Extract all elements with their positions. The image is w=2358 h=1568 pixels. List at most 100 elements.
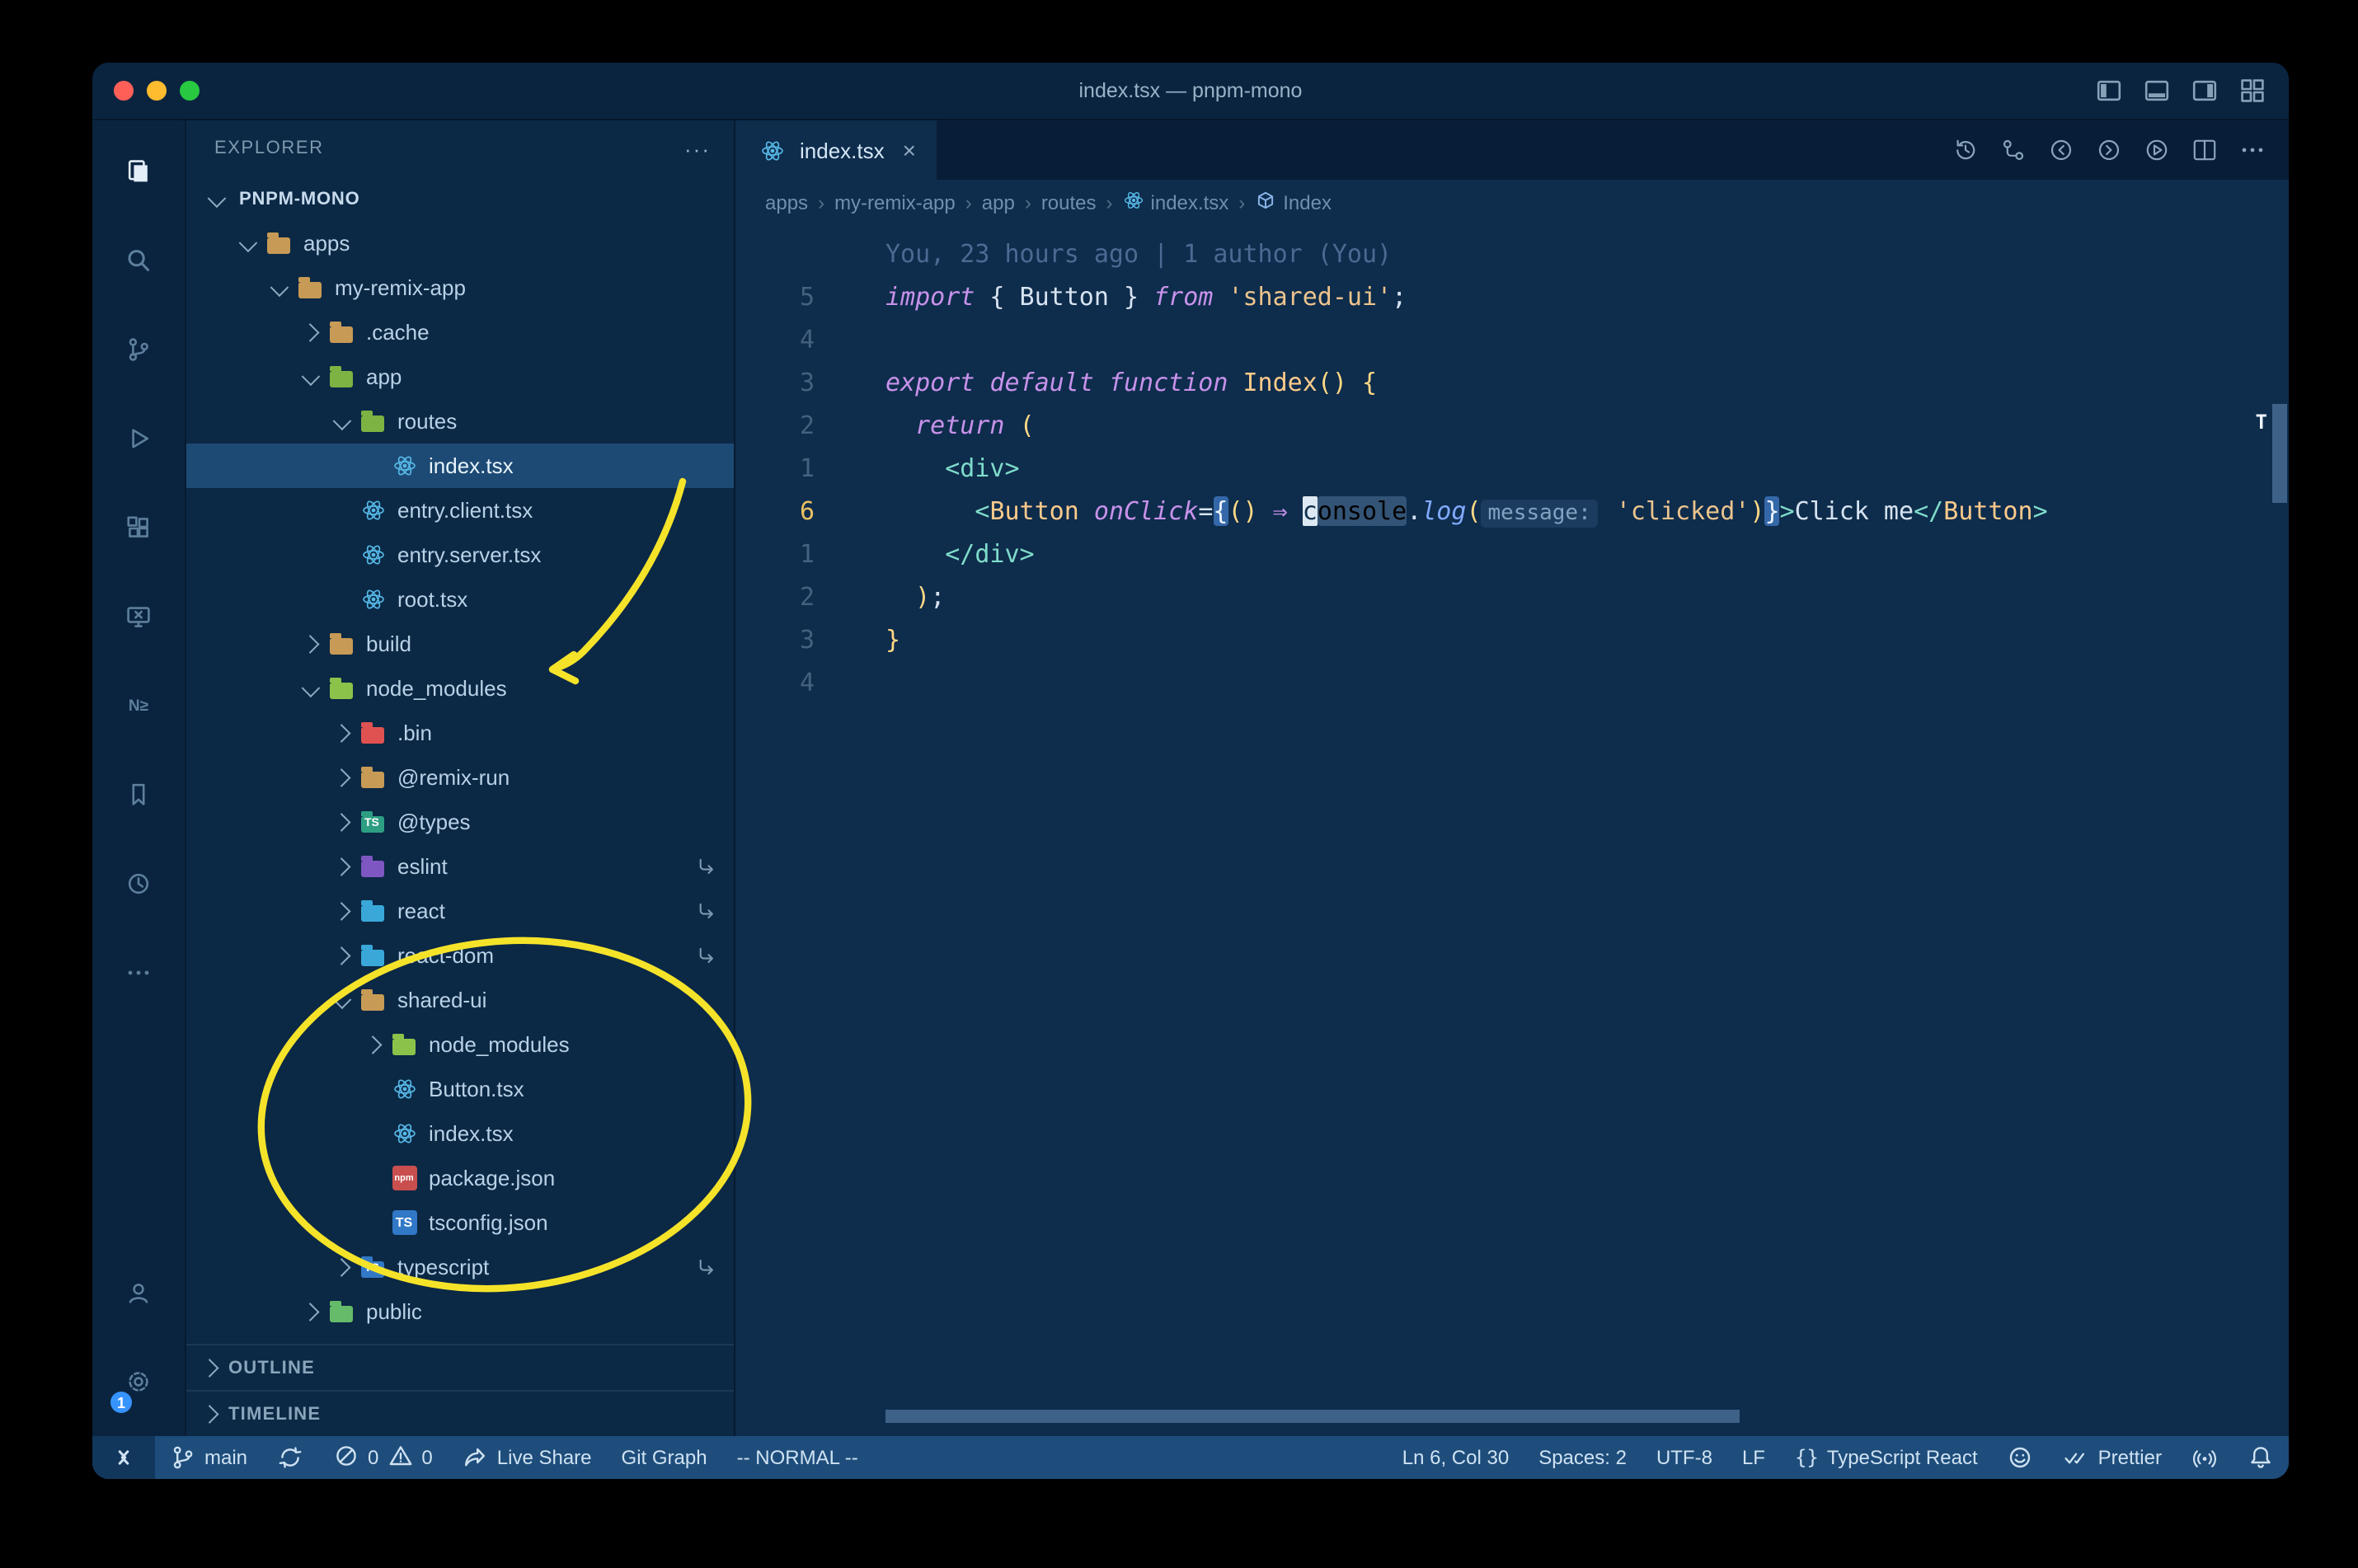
chevron-down-icon[interactable]: [264, 277, 294, 296]
status-language-mode[interactable]: {} TypeScript React: [1780, 1436, 1993, 1479]
tree-item-shared-ui[interactable]: shared-ui: [186, 978, 734, 1022]
tree-item-node-modules[interactable]: node_modules: [186, 666, 734, 711]
tree-item-node-modules[interactable]: node_modules: [186, 1022, 734, 1067]
tree-item--cache[interactable]: .cache: [186, 310, 734, 354]
activity-extensions-icon[interactable]: [99, 483, 178, 572]
breadcrumb-index-tsx[interactable]: index.tsx: [1123, 190, 1228, 216]
chevron-right-icon[interactable]: [326, 946, 356, 965]
status-problems[interactable]: 00: [318, 1436, 448, 1479]
chevron-down-icon[interactable]: [295, 366, 325, 385]
section-timeline[interactable]: TIMELINE: [186, 1390, 734, 1436]
split-editor-icon[interactable]: [2191, 137, 2218, 163]
tree-item-react-dom[interactable]: react-dom: [186, 933, 734, 978]
activity-explorer-icon[interactable]: [99, 127, 178, 216]
chevron-right-icon[interactable]: [295, 1303, 325, 1321]
tree-item-index-tsx[interactable]: index.tsx: [186, 1111, 734, 1156]
chevron-right-icon[interactable]: [326, 902, 356, 920]
tree-item-entry-server-tsx[interactable]: entry.server.tsx: [186, 533, 734, 577]
zoom-button[interactable]: [180, 81, 200, 101]
tree-item-react[interactable]: react: [186, 889, 734, 933]
chevron-down-icon[interactable]: [295, 678, 325, 697]
toggle-panel-icon[interactable]: [2144, 77, 2170, 104]
remote-indicator[interactable]: [92, 1436, 155, 1479]
activity-accounts-icon[interactable]: [99, 1248, 178, 1337]
chevron-right-icon[interactable]: [358, 1035, 388, 1054]
customize-layout-icon[interactable]: [2239, 77, 2266, 104]
chevron-down-icon[interactable]: [233, 232, 262, 251]
activity-more-icon[interactable]: [99, 928, 178, 1017]
breadcrumb-app[interactable]: app: [982, 191, 1015, 214]
tab-index-tsx[interactable]: index.tsx ×: [735, 120, 936, 180]
tree-item-my-remix-app[interactable]: my-remix-app: [186, 265, 734, 310]
tree-item-button-tsx[interactable]: Button.tsx: [186, 1067, 734, 1111]
status-eol[interactable]: LF: [1727, 1436, 1780, 1479]
chevron-right-icon[interactable]: [326, 857, 356, 876]
close-button[interactable]: [114, 81, 134, 101]
code-line[interactable]: 5 import { Button } from 'shared-ui';: [735, 275, 2289, 318]
tree-item-routes[interactable]: routes: [186, 399, 734, 444]
activity-search-icon[interactable]: [99, 216, 178, 305]
nav-back-icon[interactable]: [2048, 137, 2074, 163]
status-indentation[interactable]: Spaces: 2: [1524, 1436, 1642, 1479]
activity-remote-explorer-icon[interactable]: [99, 572, 178, 661]
tree-item-public[interactable]: public: [186, 1289, 734, 1334]
explorer-actions-button[interactable]: ···: [684, 136, 711, 161]
more-actions-icon[interactable]: [2239, 137, 2266, 163]
tree-item-tsconfig-json[interactable]: TS tsconfig.json: [186, 1200, 734, 1245]
breadcrumb-my-remix-app[interactable]: my-remix-app: [834, 191, 956, 214]
nav-forward-icon[interactable]: [2096, 137, 2122, 163]
chevron-right-icon[interactable]: [326, 1258, 356, 1276]
status-prettier[interactable]: Prettier: [2049, 1436, 2177, 1479]
chevron-right-icon[interactable]: [295, 323, 325, 341]
status-live-share[interactable]: Live Share: [448, 1436, 607, 1479]
tree-item-typescript[interactable]: TS typescript: [186, 1245, 734, 1289]
code-editor[interactable]: You, 23 hours ago | 1 author (You) 5 impor…: [735, 226, 2289, 1436]
tree-item-apps[interactable]: apps: [186, 221, 734, 265]
chevron-right-icon[interactable]: [295, 635, 325, 653]
status-encoding[interactable]: UTF-8: [1642, 1436, 1727, 1479]
tree-item-build[interactable]: build: [186, 622, 734, 666]
code-line[interactable]: 4: [735, 661, 2289, 704]
tree-item-index-tsx[interactable]: index.tsx: [186, 444, 734, 488]
toggle-secondary-sidebar-icon[interactable]: [2191, 77, 2218, 104]
chevron-down-icon[interactable]: [201, 188, 231, 207]
section-outline[interactable]: OUTLINE: [186, 1344, 734, 1390]
tree-item-entry-client-tsx[interactable]: entry.client.tsx: [186, 488, 734, 533]
tree-item-eslint[interactable]: eslint: [186, 844, 734, 889]
code-line[interactable]: 2 );: [735, 575, 2289, 618]
tree-item--bin[interactable]: .bin: [186, 711, 734, 755]
breadcrumb-apps[interactable]: apps: [765, 191, 808, 214]
status-broadcast[interactable]: [2177, 1436, 2233, 1479]
horizontal-scrollbar[interactable]: [885, 1410, 1740, 1423]
status-notifications[interactable]: [2233, 1436, 2289, 1479]
status-vim-mode[interactable]: -- NORMAL --: [722, 1436, 873, 1479]
activity-bookmarks-icon[interactable]: [99, 750, 178, 839]
activity-source-control-icon[interactable]: [99, 305, 178, 394]
chevron-right-icon[interactable]: [326, 768, 356, 786]
activity-nx-console-icon[interactable]: N≥: [99, 661, 178, 750]
run-icon[interactable]: [2144, 137, 2170, 163]
chevron-down-icon[interactable]: [326, 411, 356, 430]
code-line[interactable]: 3}: [735, 618, 2289, 661]
activity-run-debug-icon[interactable]: [99, 394, 178, 483]
tree-item-root-tsx[interactable]: root.tsx: [186, 577, 734, 622]
activity-project-manager-icon[interactable]: [99, 839, 178, 928]
tab-close-icon[interactable]: ×: [903, 137, 916, 163]
vertical-scrollbar[interactable]: [2272, 404, 2287, 503]
tree-item--remix-run[interactable]: @remix-run: [186, 755, 734, 800]
tree-item--types[interactable]: TS @types: [186, 800, 734, 844]
code-line[interactable]: 3 export default function Index() {: [735, 361, 2289, 404]
breadcrumb-routes[interactable]: routes: [1041, 191, 1097, 214]
code-line[interactable]: 4: [735, 318, 2289, 361]
breadcrumb-index[interactable]: Index: [1255, 190, 1332, 216]
chevron-right-icon[interactable]: [326, 724, 356, 742]
history-icon[interactable]: [1952, 137, 1979, 163]
tree-item-package-json[interactable]: npm package.json: [186, 1156, 734, 1200]
minimize-button[interactable]: [147, 81, 167, 101]
toggle-sidebar-icon[interactable]: [2096, 77, 2122, 104]
tree-item-app[interactable]: app: [186, 354, 734, 399]
status-git-graph[interactable]: Git Graph: [607, 1436, 722, 1479]
tree-item-pnpm-mono[interactable]: PNPM-MONO: [186, 176, 734, 221]
chevron-down-icon[interactable]: [326, 989, 356, 1008]
code-line[interactable]: 1 <div>: [735, 447, 2289, 490]
